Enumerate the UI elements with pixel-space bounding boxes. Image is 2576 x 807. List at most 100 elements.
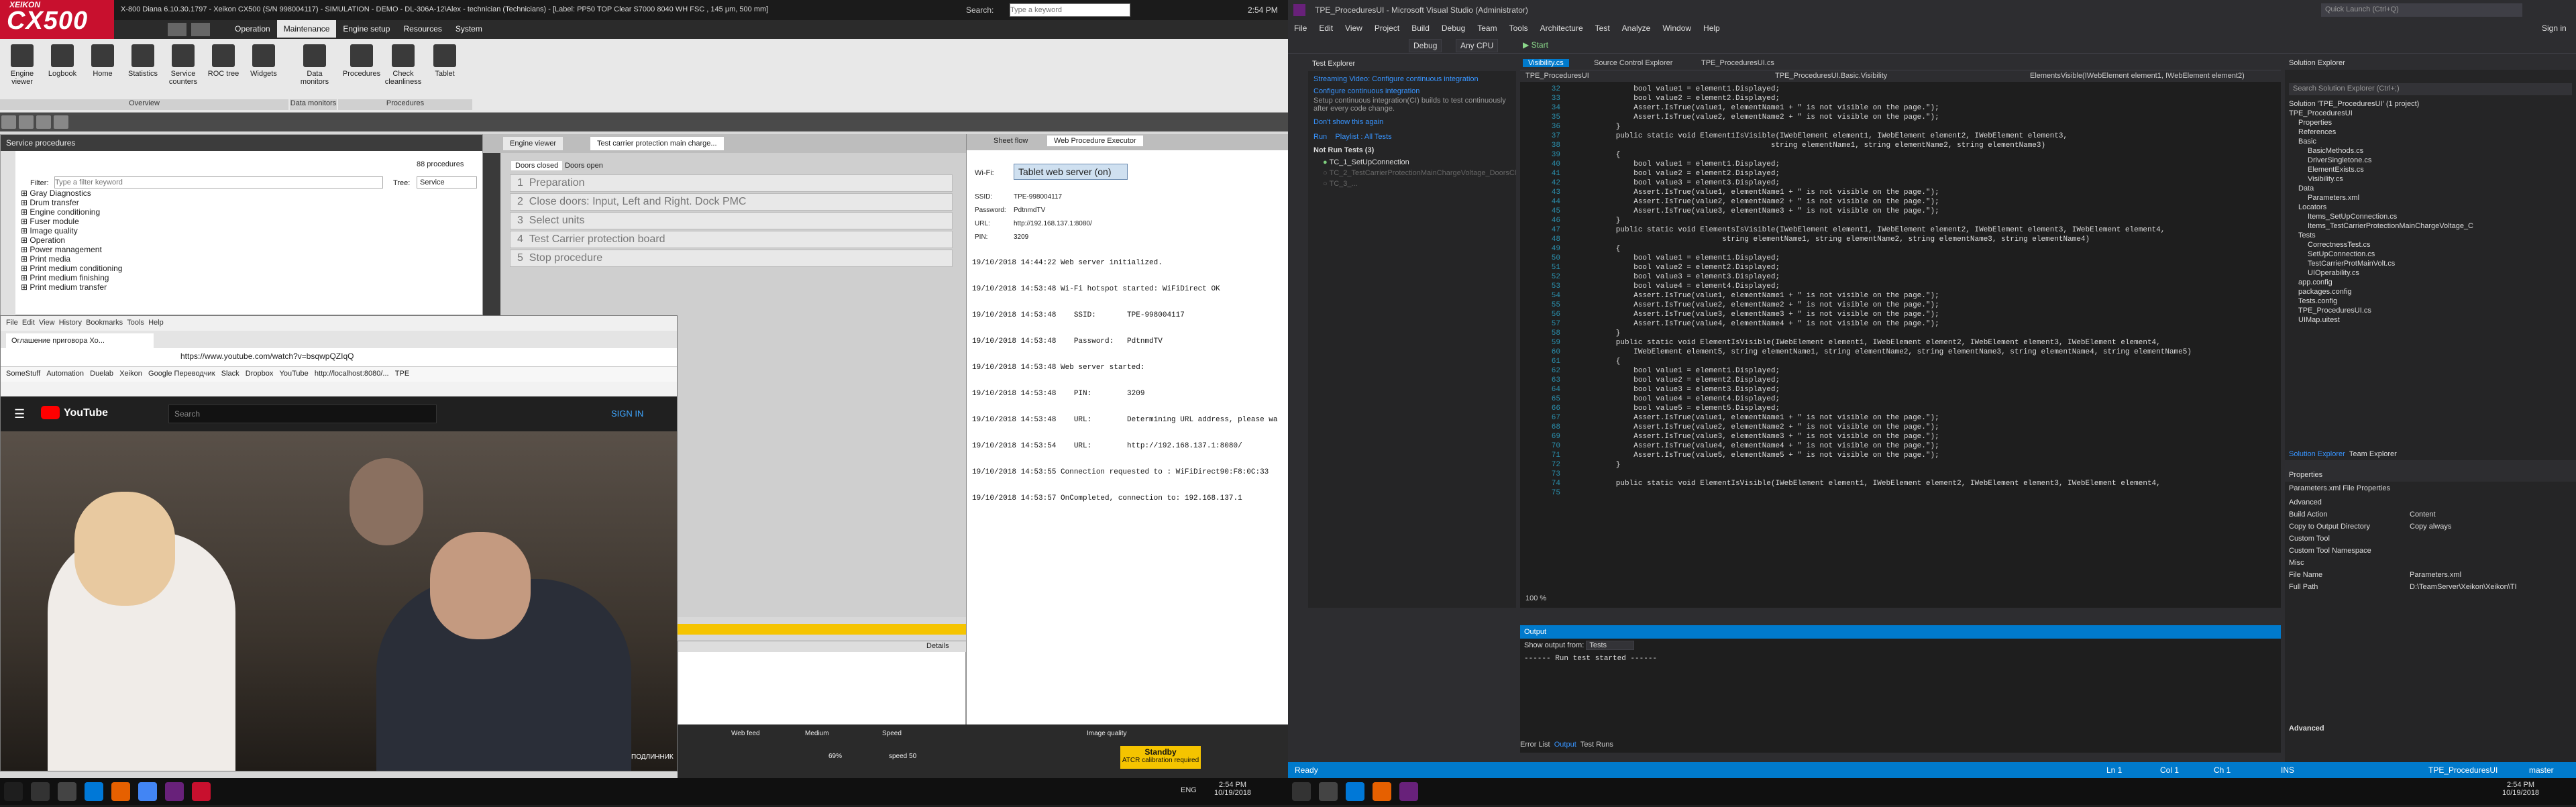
output-from-dropdown[interactable]: Tests <box>1586 641 1635 650</box>
code-line[interactable]: string elementName1, string elementName2… <box>1580 235 2192 244</box>
step-close-doors[interactable]: 2 Close doors: Input, Left and Right. Do… <box>510 193 953 211</box>
visual-studio-icon[interactable] <box>165 782 184 801</box>
tab-solution-explorer[interactable]: Solution Explorer <box>2289 450 2345 458</box>
bookmark[interactable]: Automation <box>46 370 84 378</box>
task-view-icon[interactable] <box>58 782 76 801</box>
tree-item[interactable]: ⊞ Image quality <box>21 226 122 235</box>
solution-search-input[interactable]: Search Solution Explorer (Ctrl+;) <box>2289 83 2572 95</box>
code-line[interactable]: Assert.IsTrue(value2, elementName2 + " i… <box>1580 301 2192 310</box>
menu-tools[interactable]: Tools <box>1503 20 1534 36</box>
solution-item[interactable]: Items_SetUpConnection.cs <box>2289 212 2572 221</box>
run-button[interactable]: Run <box>1313 133 1327 141</box>
solution-item[interactable]: DriverSingletone.cs <box>2289 156 2572 165</box>
nav-project[interactable]: TPE_ProceduresUI <box>1525 72 1589 80</box>
menu-tools[interactable]: Tools <box>127 319 144 327</box>
bookmark[interactable]: TPE <box>395 370 409 378</box>
code-line[interactable]: bool value2 = element2.Displayed; <box>1580 376 2192 385</box>
code-line[interactable]: bool value3 = element3.Displayed; <box>1580 385 2192 394</box>
tree-item[interactable]: ⊞ Engine conditioning <box>21 207 122 217</box>
edge-icon[interactable] <box>85 782 103 801</box>
solution-item[interactable]: Tests.config <box>2289 297 2572 306</box>
engine-viewer-button[interactable]: Engine viewer <box>3 44 42 86</box>
property-row[interactable]: Full Path D:\TeamServer\Xeikon\Xeikon\TI <box>2289 581 2572 593</box>
code-line[interactable]: Assert.IsTrue(value2, elementName2 + " i… <box>1580 113 2192 122</box>
visual-studio-icon[interactable] <box>1399 782 1418 801</box>
logbook-button[interactable]: Logbook <box>43 44 82 78</box>
tab-test-runs[interactable]: Test Runs <box>1580 741 1613 749</box>
code-line[interactable]: bool value1 = element1.Displayed; <box>1580 366 2192 376</box>
code-line[interactable]: bool value4 = element4.Displayed; <box>1580 282 2192 291</box>
property-row[interactable]: Misc <box>2289 557 2572 569</box>
code-line[interactable]: Assert.IsTrue(value1, elementName1 + " i… <box>1580 291 2192 301</box>
start-icon[interactable] <box>4 782 23 801</box>
tree-item[interactable]: ⊞ Operation <box>21 235 122 245</box>
forward-button[interactable] <box>191 23 210 36</box>
youtube-search-input[interactable]: Search <box>168 405 437 423</box>
bookmark[interactable]: Google Переводчик <box>148 370 215 378</box>
tree-item[interactable]: ⊞ Print medium finishing <box>21 273 122 282</box>
code-text[interactable]: bool value1 = element1.Displayed; bool v… <box>1580 85 2192 498</box>
step-stop[interactable]: 5 Stop procedure <box>510 250 953 267</box>
playlist-dropdown[interactable]: Playlist : All Tests <box>1335 133 1391 141</box>
xeikon-icon[interactable] <box>192 782 211 801</box>
tree-item[interactable]: ⊞ Print medium conditioning <box>21 264 122 273</box>
tree-item[interactable]: ⊞ Print medium transfer <box>21 282 122 292</box>
step-select-units[interactable]: 3 Select units <box>510 212 953 229</box>
subtab-doors-open[interactable]: Doors open <box>561 161 607 170</box>
property-row[interactable]: Custom Tool Namespace <box>2289 545 2572 557</box>
step-preparation[interactable]: 1 Preparation <box>510 174 953 192</box>
solution-item[interactable]: References <box>2289 127 2572 137</box>
code-line[interactable]: } <box>1580 216 2192 225</box>
code-line[interactable]: Assert.IsTrue(value1, elementName1 + " i… <box>1580 413 2192 423</box>
platform-dropdown[interactable]: Any CPU <box>1456 39 1499 52</box>
menu-file[interactable]: File <box>1288 20 1313 36</box>
widgets-button[interactable]: Widgets <box>244 44 283 78</box>
tool-button[interactable] <box>1 115 16 129</box>
solution-item[interactable]: Items_TestCarrierProtectionMainChargeVol… <box>2289 221 2572 231</box>
browser-tab[interactable]: Оглашение приговора Хо... <box>6 333 154 349</box>
te-ci-link[interactable]: Streaming Video: Configure continuous in… <box>1308 71 1516 87</box>
menu-build[interactable]: Build <box>1405 20 1436 36</box>
menu-view[interactable]: View <box>1339 20 1368 36</box>
tab-test-carrier[interactable]: Test carrier protection main charge... <box>590 137 724 150</box>
solution-item[interactable]: Tests <box>2289 231 2572 240</box>
tree-select[interactable]: Service <box>417 176 477 189</box>
code-line[interactable]: bool value1 = element1.Displayed; <box>1580 254 2192 263</box>
firefox-icon[interactable] <box>1373 782 1391 801</box>
solution-item[interactable]: ElementExists.cs <box>2289 165 2572 174</box>
tool-button[interactable] <box>19 115 34 129</box>
menu-resources[interactable]: Resources <box>396 20 448 38</box>
code-line[interactable]: Assert.IsTrue(value2, elementName2 + " i… <box>1580 197 2192 207</box>
search-icon[interactable] <box>1292 782 1311 801</box>
taskbar-clock[interactable]: 2:54 PM 10/19/2018 <box>2502 781 2539 797</box>
code-line[interactable]: public static void Element1IsVisible(IWe… <box>1580 131 2192 141</box>
menu-history[interactable]: History <box>59 319 82 327</box>
tab-engine-viewer[interactable]: Engine viewer <box>503 137 564 150</box>
start-button[interactable]: ▶ Start <box>1523 40 1548 50</box>
solution-item[interactable]: CorrectnessTest.cs <box>2289 240 2572 250</box>
sign-in-link[interactable]: Sign in <box>2536 20 2573 36</box>
code-line[interactable]: Assert.IsTrue(value1, elementName1 + " i… <box>1580 188 2192 197</box>
menu-bookmarks[interactable]: Bookmarks <box>86 319 123 327</box>
tree-item[interactable]: ⊞ Fuser module <box>21 217 122 226</box>
code-line[interactable]: bool value5 = element5.Displayed; <box>1580 404 2192 413</box>
code-line[interactable]: string elementName1, string elementName2… <box>1580 141 2192 150</box>
code-line[interactable]: { <box>1580 357 2192 366</box>
status-branch[interactable]: master <box>2529 765 2554 775</box>
menu-maintenance[interactable]: Maintenance <box>276 20 337 38</box>
solution-item[interactable]: BasicMethods.cs <box>2289 146 2572 156</box>
property-row[interactable]: File Name Parameters.xml <box>2289 569 2572 581</box>
bookmark[interactable]: YouTube <box>280 370 309 378</box>
firefox-icon[interactable] <box>111 782 130 801</box>
code-line[interactable]: public static void ElementsIsVisible(IWe… <box>1580 225 2192 235</box>
property-row[interactable]: Advanced <box>2289 496 2572 508</box>
code-line[interactable]: bool value2 = element2.Displayed; <box>1580 94 2192 103</box>
menu-operation[interactable]: Operation <box>228 20 277 38</box>
test-item[interactable]: ○ TC_2_TestCarrierProtectionMainChargeVo… <box>1308 168 1516 178</box>
code-line[interactable]: Assert.IsTrue(value3, elementName3 + " i… <box>1580 310 2192 319</box>
nav-member[interactable]: ElementsVisible(IWebElement element1, IW… <box>2030 72 2245 80</box>
solution-item[interactable]: app.config <box>2289 278 2572 287</box>
code-line[interactable]: Assert.IsTrue(value3, elementName3 + " i… <box>1580 207 2192 216</box>
tab-sheet-flow[interactable]: Sheet flow <box>994 137 1028 145</box>
menu-file[interactable]: File <box>6 319 18 327</box>
